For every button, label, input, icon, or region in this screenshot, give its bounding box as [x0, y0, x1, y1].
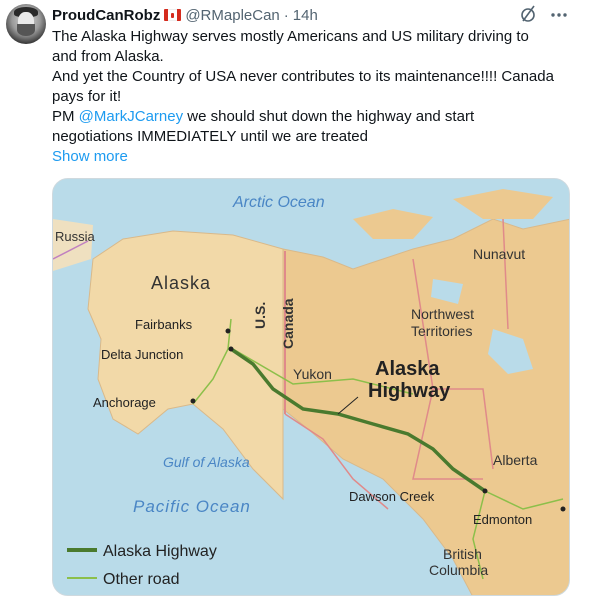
label-northwest: Northwest [411, 306, 474, 322]
town-delta-junction [228, 346, 234, 352]
label-fairbanks: Fairbanks [135, 317, 193, 332]
label-pacific-ocean: Pacific Ocean [133, 497, 251, 516]
legend-other-label: Other road [103, 571, 179, 588]
map-title-alaska: Alaska [375, 358, 440, 380]
town-fairbanks [225, 328, 231, 334]
timestamp[interactable]: 14h [293, 7, 318, 24]
user-handle[interactable]: @RMapleCan [185, 7, 279, 24]
label-russia: Russia [55, 229, 96, 244]
tweet-line-mention: PM @MarkJCarney we should shut down the … [52, 107, 572, 127]
label-columbia: Columbia [429, 562, 488, 578]
label-british: British [443, 546, 482, 562]
tweet-line: And yet the Country of USA never contrib… [52, 68, 554, 85]
tweet-line: The Alaska Highway serves mostly America… [52, 28, 529, 45]
tweet-card[interactable]: ProudCanRobz @RMapleCan · 14h The Alaska… [0, 0, 593, 605]
label-edmonton: Edmonton [473, 512, 532, 527]
avatar[interactable] [6, 4, 46, 44]
label-arctic-ocean: Arctic Ocean [232, 194, 325, 211]
mention-link[interactable]: @MarkJCarney [79, 108, 183, 125]
alaska-highway-map: Arctic Ocean Russia Nunavut Alaska U.S. … [53, 179, 569, 595]
label-anchorage: Anchorage [93, 395, 156, 410]
label-alberta: Alberta [493, 452, 538, 468]
label-delta-junction: Delta Junction [101, 347, 183, 362]
more-options-icon[interactable] [549, 4, 569, 24]
town-dawson-creek [482, 488, 488, 494]
tweet-line: negotiations IMMEDIATELY until we are tr… [52, 128, 368, 145]
grok-icon[interactable] [519, 4, 539, 24]
show-more-link[interactable]: Show more [52, 148, 128, 165]
separator-dot: · [283, 6, 289, 24]
label-canada: Canada [280, 298, 296, 349]
tweet-actions-top [519, 4, 569, 24]
legend-highway-label: Alaska Highway [103, 543, 217, 560]
label-us: U.S. [252, 302, 268, 329]
label-gulf-of-alaska: Gulf of Alaska [163, 454, 250, 470]
avatar-beard [17, 24, 35, 36]
pm-suffix: we should shut down the highway and star… [183, 108, 475, 125]
canada-flag-icon [164, 9, 182, 21]
tweet-line: pays for it! [52, 88, 122, 105]
map-title-highway: Highway [368, 380, 451, 402]
label-nunavut: Nunavut [473, 246, 525, 262]
tweet-image-map[interactable]: Arctic Ocean Russia Nunavut Alaska U.S. … [52, 178, 570, 596]
tweet-text: The Alaska Highway serves mostly America… [52, 27, 572, 167]
pm-prefix: PM [52, 108, 79, 125]
tweet-header: ProudCanRobz @RMapleCan · 14h [52, 5, 318, 25]
display-name[interactable]: ProudCanRobz [52, 7, 160, 24]
town-anchorage [190, 398, 196, 404]
label-alaska: Alaska [151, 273, 211, 293]
label-dawson-creek: Dawson Creek [349, 489, 435, 504]
tweet-line: and from Alaska. [52, 48, 164, 65]
label-territories: Territories [411, 323, 472, 339]
town-edmonton [560, 506, 566, 512]
label-yukon: Yukon [293, 366, 332, 382]
